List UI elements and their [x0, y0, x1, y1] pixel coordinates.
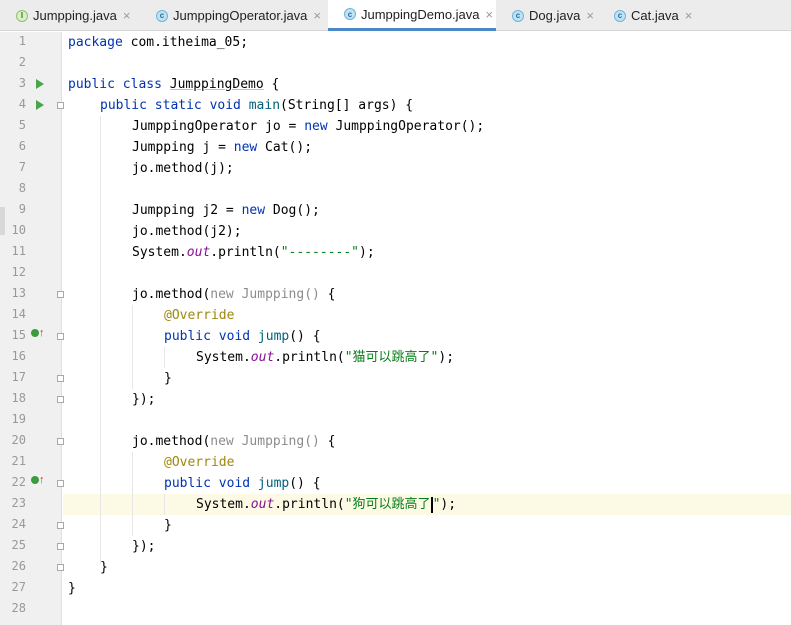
code-line: public void jump() { — [164, 329, 321, 344]
override-marker-icon[interactable]: ↑ — [31, 327, 45, 339]
line-number: 17 — [11, 370, 26, 384]
line-number: 25 — [11, 538, 26, 552]
line-number: 28 — [11, 601, 26, 615]
code-line: public class JumppingDemo { — [68, 77, 280, 92]
fold-marker[interactable] — [57, 564, 64, 571]
tab-dog[interactable]: c Dog.java × — [496, 0, 598, 31]
code-line: Jumpping j2 = new Dog(); — [132, 203, 320, 218]
fold-marker[interactable] — [57, 438, 64, 445]
code-line: @Override — [164, 308, 235, 323]
line-number: 27 — [11, 580, 26, 594]
line-number: 14 — [11, 307, 26, 321]
code-line: } — [164, 518, 172, 533]
line-number: 26 — [11, 559, 26, 573]
tab-cat[interactable]: c Cat.java × — [598, 0, 698, 31]
fold-marker[interactable] — [57, 291, 64, 298]
line-number: 9 — [18, 202, 26, 216]
editor-tab-bar: I Jumpping.java × c JumppingOperator.jav… — [0, 0, 791, 31]
line-number: 21 — [11, 454, 26, 468]
close-icon[interactable]: × — [586, 8, 594, 23]
line-number: 8 — [18, 181, 26, 195]
code-line: }); — [132, 539, 156, 554]
line-number: 4 — [18, 97, 26, 111]
tab-label: Jumpping.java — [33, 8, 117, 23]
code-line: System.out.println("狗可以跳高了 "); — [196, 496, 457, 513]
line-number: 2 — [18, 55, 26, 69]
line-number: 18 — [11, 391, 26, 405]
tab-label: JumppingOperator.java — [173, 8, 308, 23]
run-class-icon[interactable] — [36, 79, 44, 89]
fold-marker[interactable] — [57, 102, 64, 109]
code-line: }); — [132, 392, 156, 407]
code-line: System.out.println("猫可以跳高了"); — [196, 350, 455, 365]
close-icon[interactable]: × — [486, 7, 494, 22]
line-number: 20 — [11, 433, 26, 447]
line-number: 13 — [11, 286, 26, 300]
line-number: 22 — [11, 475, 26, 489]
line-number: 23 — [11, 496, 26, 510]
indent-guide — [132, 452, 133, 536]
class-icon: c — [344, 8, 356, 20]
fold-marker[interactable] — [57, 396, 64, 403]
line-number: 6 — [18, 139, 26, 153]
code-line: } — [100, 560, 108, 575]
indent-guide — [132, 305, 133, 389]
line-number: 16 — [11, 349, 26, 363]
close-icon[interactable]: × — [123, 8, 131, 23]
line-number: 15 — [11, 328, 26, 342]
interface-icon: I — [16, 9, 28, 22]
fold-marker[interactable] — [57, 333, 64, 340]
override-marker-icon[interactable]: ↑ — [31, 474, 45, 486]
line-number: 24 — [11, 517, 26, 531]
line-number: 12 — [11, 265, 26, 279]
code-line: Jumpping j = new Cat(); — [132, 140, 313, 155]
indent-guide — [100, 116, 101, 564]
tab-label: Cat.java — [631, 8, 679, 23]
code-line: jo.method(new Jumpping() { — [132, 287, 336, 302]
line-number: 3 — [18, 76, 26, 90]
code-line: public void jump() { — [164, 476, 321, 491]
tab-jumppingoperator[interactable]: c JumppingOperator.java × — [140, 0, 328, 31]
class-icon: c — [156, 9, 168, 22]
tab-jumppingdemo[interactable]: c JumppingDemo.java × — [328, 0, 496, 31]
code-line: jo.method(new Jumpping() { — [132, 434, 336, 449]
code-line: } — [164, 371, 172, 386]
indent-guide — [164, 494, 165, 515]
close-icon[interactable]: × — [313, 8, 321, 23]
code-line: package com.itheima_05; — [68, 35, 249, 50]
line-number: 1 — [18, 34, 26, 48]
fold-marker[interactable] — [57, 375, 64, 382]
code-line: jo.method(j2); — [132, 224, 242, 239]
code-line: System.out.println("--------"); — [132, 245, 375, 260]
tab-label: JumppingDemo.java — [361, 6, 480, 22]
code-line: @Override — [164, 455, 235, 470]
tab-label: Dog.java — [529, 8, 581, 23]
code-line: } — [68, 581, 76, 596]
code-line: JumppingOperator jo = new JumppingOperat… — [132, 119, 485, 134]
run-main-icon[interactable] — [36, 100, 44, 110]
line-number: 11 — [11, 244, 26, 258]
line-number: 10 — [11, 223, 26, 237]
tab-jumpping[interactable]: I Jumpping.java × — [0, 0, 140, 31]
close-icon[interactable]: × — [685, 8, 693, 23]
line-number: 19 — [11, 412, 26, 426]
fold-marker[interactable] — [57, 480, 64, 487]
class-icon: c — [614, 9, 626, 22]
fold-marker[interactable] — [57, 522, 64, 529]
line-number: 5 — [18, 118, 26, 132]
code-line: jo.method(j); — [132, 161, 234, 176]
indent-guide — [164, 347, 165, 368]
fold-marker[interactable] — [57, 543, 64, 550]
line-number: 7 — [18, 160, 26, 174]
code-line: public static void main(String[] args) { — [100, 98, 414, 113]
class-icon: c — [512, 9, 524, 22]
